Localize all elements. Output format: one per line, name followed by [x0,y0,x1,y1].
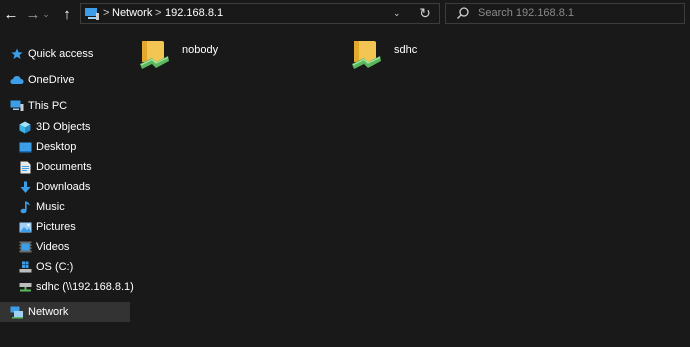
search-placeholder: Search 192.168.8.1 [478,7,575,19]
search-box[interactable]: Search 192.168.8.1 [445,3,685,24]
list-item[interactable]: nobody [136,38,218,77]
up-arrow-icon: ↑ [63,5,71,23]
sidebar-item-label: Music [36,201,65,213]
shared-folder-icon [348,38,384,77]
search-icon [456,6,470,23]
refresh-icon: ↻ [419,5,431,21]
sidebar-item-label: Pictures [36,221,76,233]
list-item[interactable]: sdhc [348,38,417,77]
navigation-pane: Quick access OneDrive This PC 3D Objects… [0,40,134,347]
sidebar-item-label: OneDrive [28,74,75,86]
sidebar-item-onedrive[interactable]: OneDrive [0,70,130,90]
sidebar-item-label: Desktop [36,141,77,153]
sidebar-item-label: Downloads [36,181,91,193]
refresh-button[interactable]: ↻ [412,3,438,24]
sidebar-item-downloads[interactable]: Downloads [0,177,138,197]
sidebar-item-label: Videos [36,241,70,253]
forward-arrow-icon: → [25,5,41,23]
item-name: sdhc [394,44,418,56]
breadcrumb-separator: > [155,7,162,19]
navigation-toolbar: ← → ⌄ ↑ > Network > 192.168.8.1 ⌄ ↻ Sear… [0,0,690,28]
sidebar-item-music[interactable]: Music [0,197,138,217]
music-icon [18,200,32,214]
cloud-icon [10,73,24,87]
documents-icon [18,160,32,174]
computer-icon [10,99,24,113]
sidebar-item-pictures[interactable]: Pictures [0,217,138,237]
videos-icon [18,240,32,254]
breadcrumb-network[interactable]: Network [112,7,152,19]
up-button[interactable]: ↑ [57,3,77,25]
breadcrumb-host[interactable]: 192.168.8.1 [165,7,223,19]
breadcrumb-separator: > [103,7,110,19]
desktop-icon [18,140,32,154]
sidebar-item-desktop[interactable]: Desktop [0,137,138,157]
pictures-icon [18,220,32,234]
sidebar-item-label: Quick access [28,48,94,60]
sidebar-item-os-drive[interactable]: OS (C:) [0,257,138,277]
sidebar-item-sdhc-share[interactable]: sdhc (\\192.168.8.1) [0,277,138,297]
shared-folder-icon [136,38,172,77]
sidebar-item-label: This PC [28,100,68,112]
sidebar-item-quick-access[interactable]: Quick access [0,44,130,64]
download-icon [18,180,32,194]
recent-locations-button[interactable]: ⌄ [40,3,52,25]
computer-icon [84,7,100,24]
item-name: nobody [182,44,219,56]
sidebar-item-label: Network [28,306,69,318]
chevron-down-icon[interactable]: ⌄ [393,8,401,19]
network-drive-icon [18,280,32,294]
star-icon [10,47,24,61]
sidebar-item-label: sdhc (\\192.168.8.1) [36,281,134,293]
network-icon [10,305,24,319]
sidebar-item-documents[interactable]: Documents [0,157,138,177]
back-arrow-icon: ← [3,5,19,23]
sidebar-item-network[interactable]: Network [0,302,130,322]
file-list: nobody sdhc [121,28,690,347]
drive-icon [18,260,32,274]
chevron-down-icon: ⌄ [42,8,50,19]
address-bar[interactable]: > Network > 192.168.8.1 ⌄ [80,3,440,24]
sidebar-item-label: Documents [36,161,92,173]
sidebar-item-this-pc[interactable]: This PC [0,96,130,116]
back-button[interactable]: ← [1,3,21,25]
sidebar-item-label: OS (C:) [36,261,74,273]
sidebar-item-videos[interactable]: Videos [0,237,138,257]
cube-icon [18,120,32,134]
sidebar-item-3d-objects[interactable]: 3D Objects [0,117,138,137]
sidebar-item-label: 3D Objects [36,121,91,133]
